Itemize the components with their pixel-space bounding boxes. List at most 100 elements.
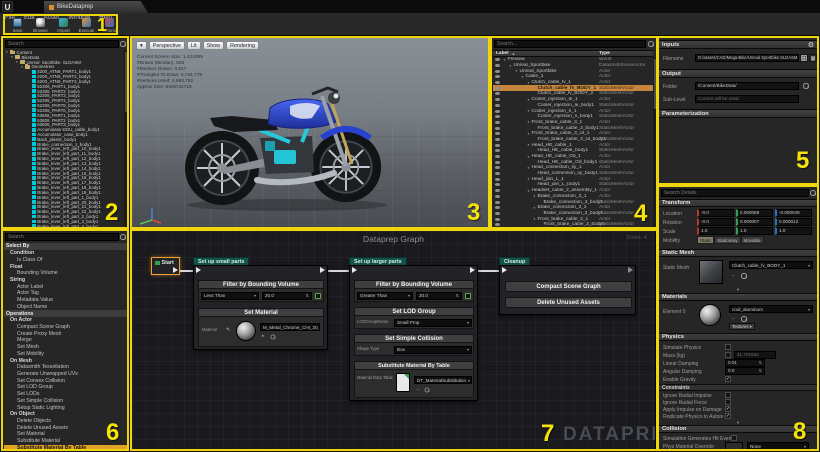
palette-item[interactable]: Set Mesh bbox=[4, 344, 127, 351]
apply-impulse-checkbox[interactable]: ✓ bbox=[725, 406, 731, 412]
input-pin[interactable] bbox=[196, 267, 201, 273]
outliner-header[interactable]: Label ▲ Type bbox=[493, 50, 653, 57]
scrollbar[interactable] bbox=[653, 57, 657, 228]
visibility-eye-icon[interactable] bbox=[495, 149, 500, 152]
spinner-icon[interactable]: ⇅ bbox=[759, 368, 762, 373]
mass-checkbox[interactable] bbox=[725, 352, 731, 358]
palette-item[interactable]: On Actor bbox=[4, 317, 127, 324]
data-table-thumbnail[interactable] bbox=[396, 373, 410, 392]
folder-field[interactable]: /Content/BikeData/ bbox=[695, 82, 799, 90]
collision-block-title[interactable]: Set Simple Collision bbox=[354, 334, 474, 343]
data-table-dropdown[interactable]: DT_MaterialSubstitution▾ bbox=[414, 376, 472, 384]
browse-to-asset-icon[interactable] bbox=[741, 273, 747, 279]
viewport[interactable]: ▾PerspectiveLitShowRendering Current Scr… bbox=[131, 37, 489, 228]
toolbar-button[interactable]: Save bbox=[7, 16, 28, 34]
visibility-eye-icon[interactable] bbox=[495, 81, 500, 84]
material-asset-dropdown[interactable]: M_Metal_Chrome_CHI_20_Cars▾ bbox=[260, 323, 320, 331]
enable-gravity-checkbox[interactable]: ✓ bbox=[725, 376, 731, 382]
browse-to-asset-icon[interactable] bbox=[271, 335, 276, 340]
scale-x-field[interactable]: 1.0 bbox=[697, 227, 734, 235]
physics-section-header[interactable]: Physics bbox=[659, 333, 817, 341]
palette-item[interactable]: Compact Scene Graph bbox=[4, 324, 127, 331]
link-icon[interactable] bbox=[315, 293, 321, 299]
palette-item[interactable]: Set LOD Group bbox=[4, 384, 127, 391]
palette-item[interactable]: Object Name bbox=[4, 303, 127, 310]
scale-z-field[interactable]: 1.0 bbox=[775, 227, 812, 235]
rotation-y-field[interactable]: 0.000007 bbox=[736, 218, 773, 226]
palette-item[interactable]: Generate Unwrapped UVs bbox=[4, 371, 127, 378]
palette-item[interactable]: Set Convex Collision bbox=[4, 377, 127, 384]
palette-item[interactable]: On Object bbox=[4, 411, 127, 418]
mobility-option-button[interactable]: Static bbox=[697, 236, 714, 244]
simulate-physics-checkbox[interactable] bbox=[725, 344, 731, 350]
replicate-physics-checkbox[interactable]: ✓ bbox=[725, 413, 731, 419]
palette-item[interactable]: Setup Static Lighting bbox=[4, 404, 127, 411]
viewport-toolbar-button[interactable]: Rendering bbox=[226, 41, 259, 50]
visibility-eye-icon[interactable] bbox=[495, 212, 500, 215]
visibility-eye-icon[interactable] bbox=[495, 70, 500, 73]
visibility-eye-icon[interactable] bbox=[495, 104, 500, 107]
visibility-eye-icon[interactable] bbox=[495, 138, 500, 141]
browse-to-asset-icon[interactable] bbox=[741, 316, 747, 322]
compact-scene-graph-block[interactable]: Compact Scene Graph bbox=[505, 281, 632, 292]
visibility-eye-icon[interactable] bbox=[495, 92, 500, 95]
visibility-eye-icon[interactable] bbox=[495, 87, 500, 90]
visibility-eye-icon[interactable] bbox=[495, 155, 500, 158]
mobility-option-button[interactable]: Stationary bbox=[714, 236, 740, 244]
rotation-z-field[interactable]: 0.000012 bbox=[775, 218, 812, 226]
toolbar-button[interactable]: Import bbox=[53, 16, 74, 34]
browse-to-asset-icon[interactable] bbox=[425, 388, 430, 393]
location-z-field[interactable]: -0.000049 bbox=[775, 209, 812, 217]
material-dropdown[interactable]: cool_aluminum ▾ bbox=[729, 305, 813, 313]
viewport-toolbar-button[interactable]: Show bbox=[203, 41, 225, 50]
visibility-eye-icon[interactable] bbox=[495, 64, 500, 67]
delete-icon[interactable] bbox=[809, 54, 817, 62]
material-thumbnail[interactable] bbox=[699, 304, 721, 326]
use-selected-icon[interactable]: ← bbox=[731, 272, 736, 278]
static-mesh-dropdown[interactable]: Clutch_cable_fv_BODY_1 ▾ bbox=[729, 261, 813, 269]
palette-item[interactable]: Condition bbox=[4, 250, 127, 257]
mass-field[interactable]: 41.791662 bbox=[734, 351, 776, 359]
filter-block-title[interactable]: Filter by Bounding Volume bbox=[354, 280, 474, 289]
linear-damping-field[interactable]: 0.01⇅ bbox=[725, 359, 765, 367]
dataprep-graph[interactable]: Dataprep Graph Zoom -4 DATAPREP Start Se… bbox=[131, 230, 656, 451]
parameterization-section-header[interactable]: Parameterization bbox=[659, 109, 817, 118]
lod-group-dropdown[interactable]: Small Prop▾ bbox=[394, 319, 472, 327]
visibility-eye-icon[interactable] bbox=[495, 58, 500, 61]
visibility-eye-icon[interactable] bbox=[495, 121, 500, 124]
browse-folder-icon[interactable] bbox=[803, 83, 809, 89]
visibility-eye-icon[interactable] bbox=[495, 115, 500, 118]
palette-item[interactable]: Is Class Of bbox=[4, 256, 127, 263]
palette-item[interactable]: Datasmith Tessellation bbox=[4, 364, 127, 371]
filter-block-title[interactable]: Filter by Bounding Volume bbox=[198, 280, 324, 289]
toolbar-button[interactable]: Browse bbox=[30, 16, 51, 34]
palette-item[interactable]: Float bbox=[4, 263, 127, 270]
location-y-field[interactable]: 0.000068 bbox=[736, 209, 773, 217]
gear-icon[interactable]: ⚙ bbox=[808, 41, 814, 49]
action-node-small-parts[interactable]: Filter by Bounding Volume Less Than▾ 20.… bbox=[193, 265, 328, 350]
delete-unused-assets-block[interactable]: Delete Unused Assets bbox=[505, 297, 632, 308]
visibility-eye-icon[interactable] bbox=[495, 172, 500, 175]
palette-item[interactable]: Merge bbox=[4, 337, 127, 344]
column-label[interactable]: Label bbox=[496, 51, 509, 56]
output-pin[interactable] bbox=[320, 267, 325, 273]
visibility-eye-icon[interactable] bbox=[495, 166, 500, 169]
output-pin[interactable] bbox=[470, 267, 475, 273]
details-search-input[interactable] bbox=[661, 189, 809, 197]
visibility-eye-icon[interactable] bbox=[495, 189, 500, 192]
materials-section-header[interactable]: Materials bbox=[659, 293, 817, 301]
palette-item[interactable]: On Mesh bbox=[4, 357, 127, 364]
input-pin[interactable] bbox=[502, 267, 507, 273]
link-icon[interactable] bbox=[465, 293, 471, 299]
static-mesh-section-header[interactable]: Static Mesh bbox=[659, 249, 817, 257]
palette-item[interactable]: Actor Tag bbox=[4, 290, 127, 297]
constraints-subheader[interactable]: Constraints bbox=[659, 384, 817, 391]
visibility-eye-icon[interactable] bbox=[495, 206, 500, 209]
palette-item[interactable]: Metadata Value bbox=[4, 297, 127, 304]
output-pin[interactable] bbox=[173, 267, 178, 273]
outliner-search-input[interactable] bbox=[494, 40, 646, 48]
viewport-toolbar-button[interactable]: Lit bbox=[187, 41, 201, 50]
browse-file-icon[interactable] bbox=[800, 54, 808, 62]
hit-events-checkbox[interactable] bbox=[731, 435, 737, 441]
content-search-input[interactable] bbox=[5, 40, 119, 48]
